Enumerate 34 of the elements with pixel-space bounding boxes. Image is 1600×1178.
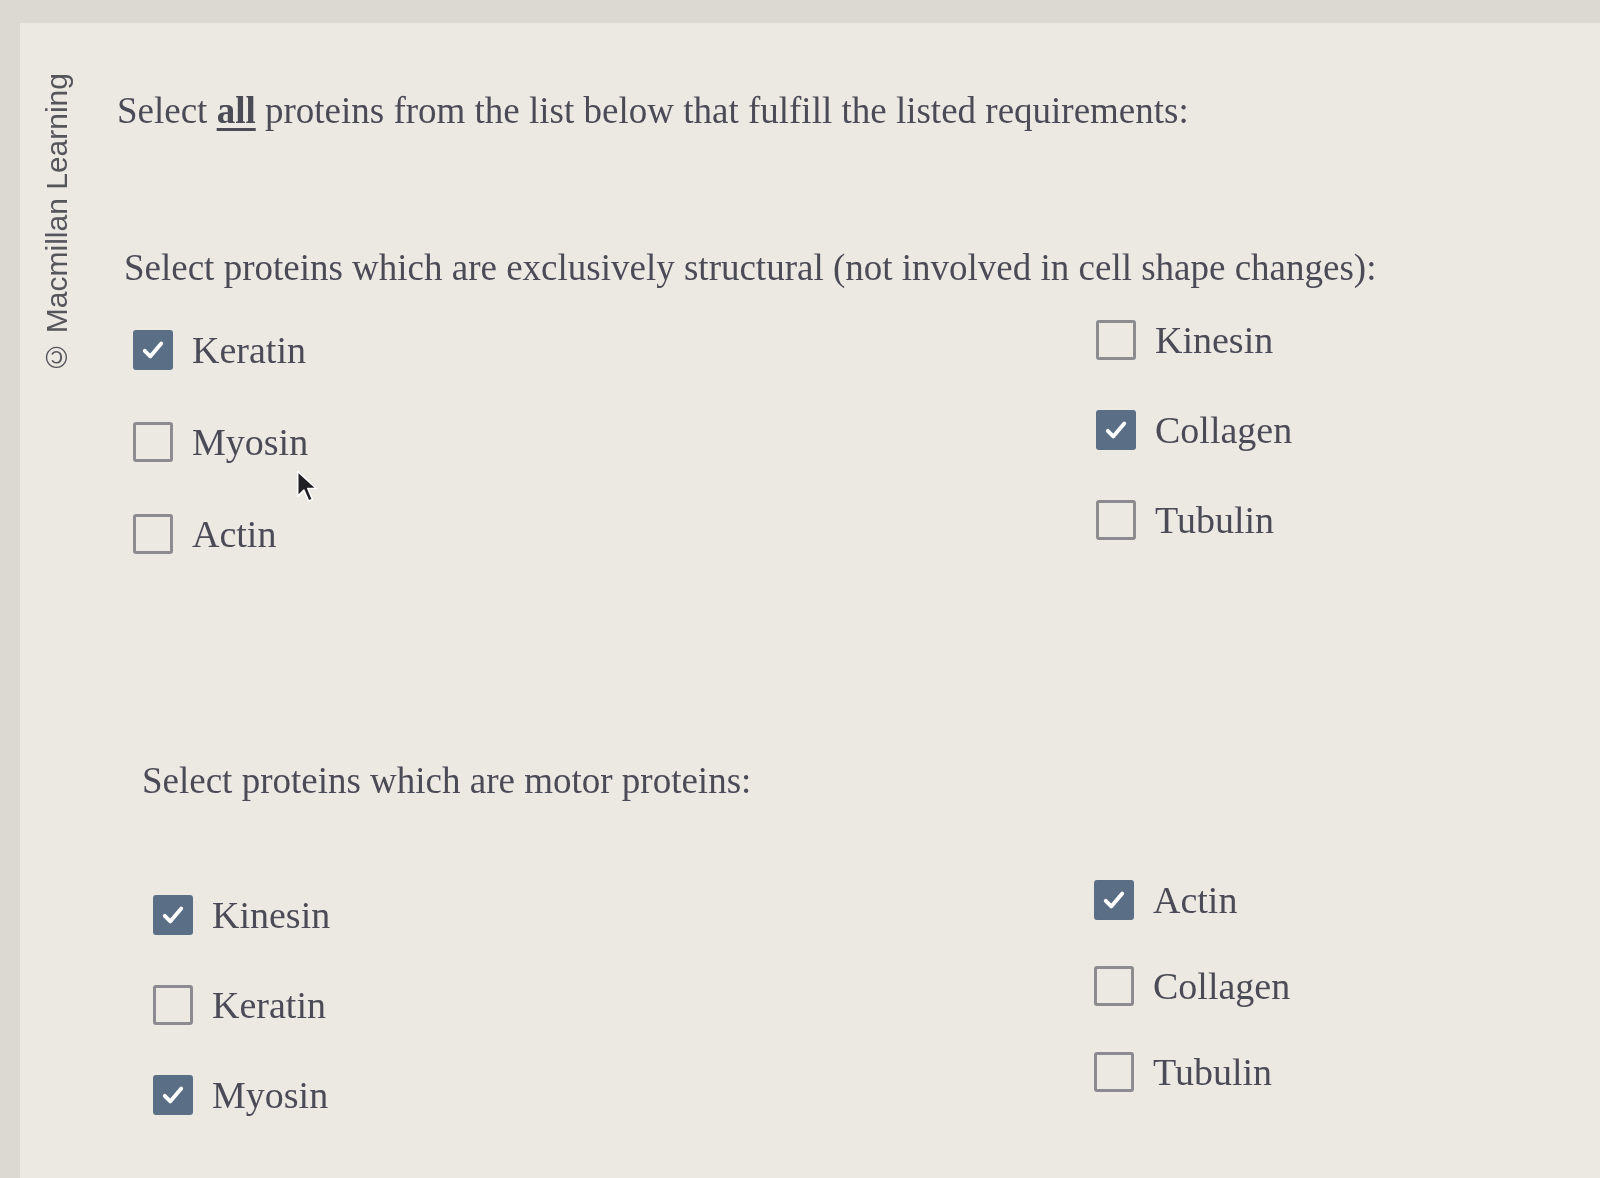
question-prompt: Select proteins which are exclusively structural (not involved in cell shape changes):: [123, 246, 1377, 289]
checkmark-icon: [1103, 419, 1129, 441]
checkmark-icon: [1101, 889, 1127, 911]
option-label[interactable]: Collagen: [1155, 411, 1293, 449]
checkmark-icon: [140, 339, 166, 361]
option-label[interactable]: Myosin: [192, 423, 309, 461]
checkbox[interactable]: [153, 985, 193, 1025]
checkbox[interactable]: [1096, 410, 1136, 450]
checkmark-icon: [160, 904, 186, 926]
checkbox[interactable]: [1094, 880, 1134, 920]
option-label[interactable]: Tubulin: [1155, 501, 1274, 539]
checkbox[interactable]: [1096, 320, 1136, 360]
mouse-pointer-icon: [296, 470, 318, 504]
checkbox[interactable]: [153, 895, 193, 935]
checkbox[interactable]: [1096, 500, 1136, 540]
option-label[interactable]: Keratin: [212, 986, 326, 1024]
instruction-text: Select all proteins from the list below that fulfill the listed requirements:: [117, 89, 1190, 132]
copyright-text: © Macmillan Learning: [40, 73, 74, 375]
option-label[interactable]: Keratin: [192, 331, 306, 369]
option-label[interactable]: Kinesin: [1155, 321, 1274, 359]
checkbox[interactable]: [133, 514, 173, 554]
option-label[interactable]: Tubulin: [1153, 1053, 1272, 1091]
checkbox[interactable]: [133, 330, 173, 370]
checkbox[interactable]: [133, 422, 173, 462]
checkbox[interactable]: [1094, 966, 1134, 1006]
checkbox[interactable]: [1094, 1052, 1134, 1092]
option-label[interactable]: Actin: [1153, 881, 1238, 919]
option-label[interactable]: Actin: [192, 515, 277, 553]
option-label[interactable]: Collagen: [1153, 967, 1291, 1005]
option-label[interactable]: Myosin: [212, 1076, 329, 1114]
option-label[interactable]: Kinesin: [212, 896, 331, 934]
checkmark-icon: [160, 1084, 186, 1106]
question-prompt: Select proteins which are motor proteins:: [141, 759, 753, 802]
checkbox[interactable]: [153, 1075, 193, 1115]
